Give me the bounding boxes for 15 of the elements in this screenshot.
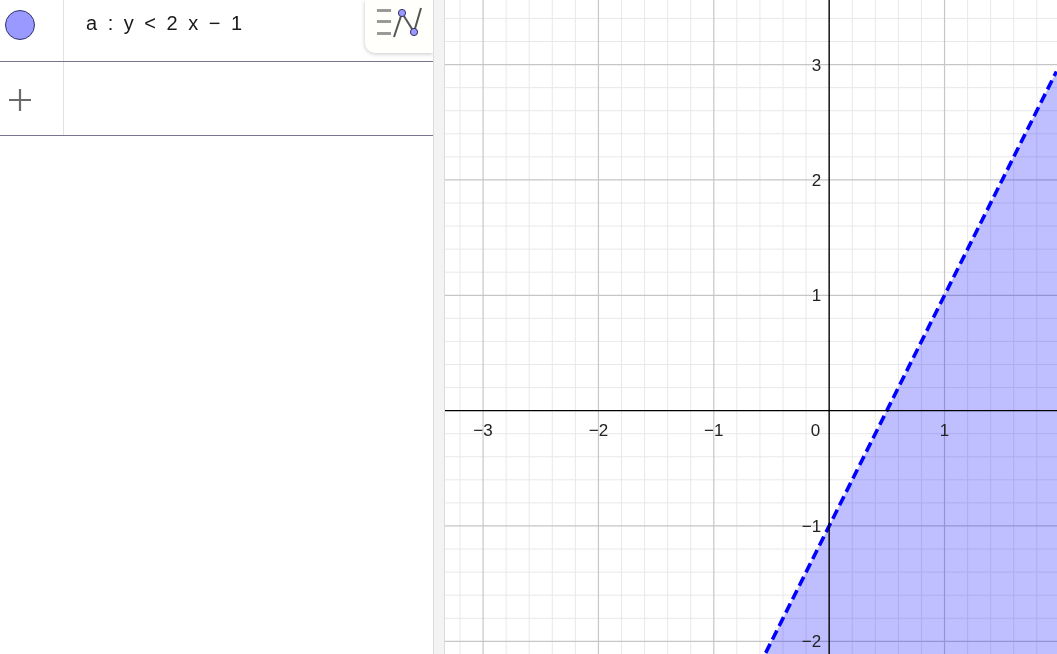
tick-label: −1 [801,516,822,536]
tick-label: −3 [473,420,493,440]
tick-label: 1 [811,286,822,306]
expression-text[interactable]: a : y < 2 x − 1 [86,10,243,36]
plus-icon[interactable] [9,89,31,111]
lines-and-curve-icon [375,6,423,38]
tick-label: 3 [811,55,822,75]
origin-label: 0 [810,420,821,440]
tick-label: −1 [704,420,724,440]
tick-label: 2 [811,170,822,190]
tick-label: −2 [588,420,609,440]
visibility-dot-icon[interactable] [5,10,35,40]
style-bar-button[interactable] [365,0,433,53]
tick-label: 1 [939,420,950,440]
tick-label: −2 [801,632,822,652]
